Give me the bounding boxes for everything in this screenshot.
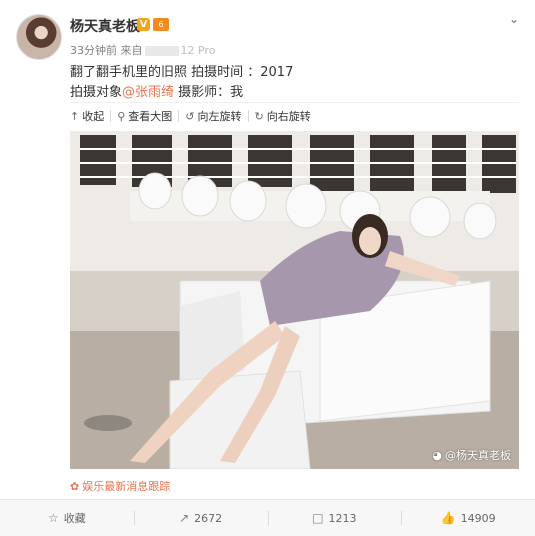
arrow-up-icon: ↑ <box>70 109 80 123</box>
image-watermark: ◕ @杨天真老板 <box>432 447 511 463</box>
source-tag-label: 娱乐最新消息跟踪 <box>82 480 171 493</box>
source-tag-link[interactable]: ✿ 娱乐最新消息跟踪 <box>70 478 170 494</box>
mention-link[interactable]: @张雨绮 <box>122 85 174 100</box>
like-count: 14909 <box>460 511 496 525</box>
post-text-prefix: 拍摄对象 <box>70 85 123 100</box>
repost-icon: ↗ <box>179 511 190 525</box>
post-source-prefix: 来自 <box>120 44 143 57</box>
toolbar-separator <box>110 110 112 122</box>
photo-illustration <box>70 131 519 469</box>
verified-badge-icon: V <box>137 18 150 31</box>
author-name[interactable]: 杨天真老板 <box>70 16 140 36</box>
chevron-down-icon[interactable]: ⌄ <box>507 12 521 26</box>
collapse-button[interactable]: ↑ 收起 <box>70 108 104 124</box>
star-icon: ☆ <box>47 511 59 525</box>
image-toolbar: ↑ 收起 ⚲ 查看大图 ↺ 向左旋转 ↻ 向右旋转 <box>70 107 311 125</box>
rotate-left-button[interactable]: ↺ 向左旋转 <box>185 108 241 124</box>
redacted-source <box>144 46 179 56</box>
post-time[interactable]: 33分钟前 <box>70 44 117 57</box>
watermark-text: @杨天真老板 <box>445 449 511 462</box>
rotate-left-label: 向左旋转 <box>197 110 242 123</box>
weibo-logo-icon: ◕ <box>432 449 442 462</box>
zoom-icon: ⚲ <box>117 109 126 123</box>
weibo-post-card: 杨天真老板 V 6 ⌄ 33分钟前 来自 12 Pro 翻了翻手机里的旧照 拍摄时… <box>0 0 535 536</box>
post-meta: 33分钟前 来自 12 Pro <box>70 42 215 58</box>
flower-icon: ✿ <box>70 480 80 493</box>
view-large-label: 查看大图 <box>128 110 173 123</box>
favorite-label: 收藏 <box>63 512 86 525</box>
comment-icon: □ <box>312 511 324 525</box>
level-badge-icon: 6 <box>153 18 169 31</box>
author-avatar[interactable] <box>16 14 62 60</box>
comment-button[interactable]: □ 1213 <box>267 500 402 536</box>
rotate-right-label: 向右旋转 <box>266 110 311 123</box>
like-button[interactable]: 👍 14909 <box>401 500 535 536</box>
toolbar-separator <box>178 110 180 122</box>
repost-count: 2672 <box>194 511 223 525</box>
post-text-line-1: 翻了翻手机里的旧照 拍摄时间 ：2017 <box>70 65 294 80</box>
rotate-left-icon: ↺ <box>185 109 195 123</box>
view-large-button[interactable]: ⚲ 查看大图 <box>117 108 172 124</box>
repost-button[interactable]: ↗ 2672 <box>133 500 268 536</box>
post-text-suffix: 摄影师：我 <box>174 85 244 100</box>
comment-count: 1213 <box>328 511 357 525</box>
thumbs-up-icon: 👍 <box>440 511 456 525</box>
toolbar-separator <box>247 110 249 122</box>
rotate-right-icon: ↻ <box>254 109 264 123</box>
rotate-right-button[interactable]: ↻ 向右旋转 <box>255 108 311 124</box>
post-text-line-2: 拍摄对象@张雨绮 摄影师：我 <box>70 81 243 100</box>
post-source-tail: 12 Pro <box>180 44 216 57</box>
post-photo[interactable]: ◕ @杨天真老板 <box>70 131 519 469</box>
favorite-button[interactable]: ☆ 收藏 <box>0 500 134 536</box>
collapse-label: 收起 <box>82 110 105 123</box>
action-bar: ☆ 收藏 ↗ 2672 □ 1213 👍 14909 <box>0 500 535 536</box>
divider <box>70 102 519 103</box>
